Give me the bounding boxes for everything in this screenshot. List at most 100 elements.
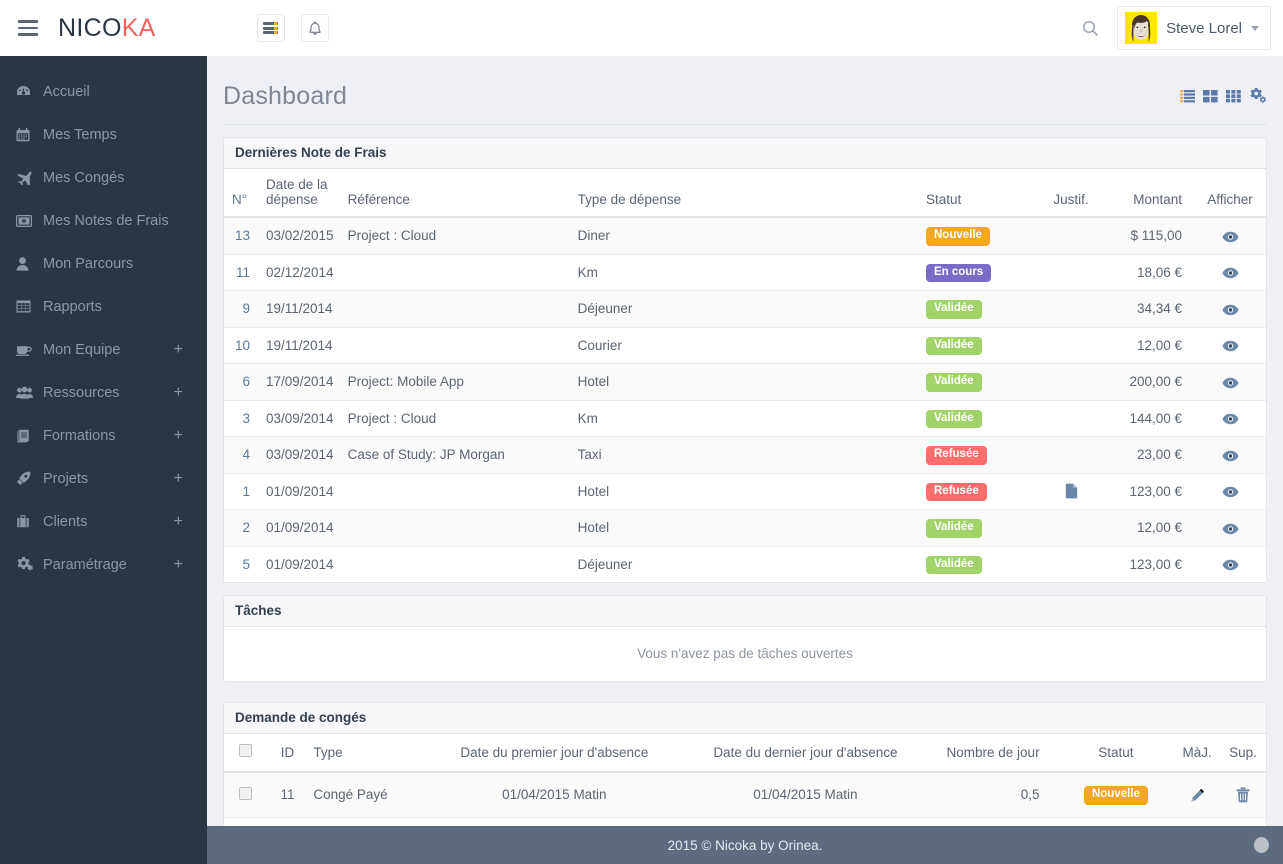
book-icon — [16, 429, 40, 443]
cell-sup[interactable] — [1220, 816, 1266, 826]
sidebar-item-accueil[interactable]: Accueil — [0, 70, 207, 113]
table-row[interactable]: 12Congé Payé01/04/2015 Après-midi01/04/2… — [224, 816, 1266, 826]
sidebar-item-formations[interactable]: Formations + — [0, 414, 207, 457]
delete-trash-icon[interactable] — [1236, 787, 1250, 803]
table-row[interactable]: 2 01/09/2014 Hotel Validée 12,00 € — [224, 509, 1266, 546]
expand-icon[interactable]: + — [174, 384, 183, 401]
table-row[interactable]: 4 03/09/2014 Case of Study: JP Morgan Taxi R… — [224, 436, 1266, 473]
cell-num[interactable]: 3 — [224, 399, 258, 437]
app-logo[interactable]: NICOKA — [58, 14, 156, 43]
grid-3x3-view-icon[interactable] — [1226, 89, 1241, 103]
table-row[interactable]: 10 19/11/2014 Courier Validée 12,00 € — [224, 326, 1266, 364]
cell-afficher[interactable] — [1194, 290, 1266, 327]
row-checkbox[interactable] — [239, 786, 253, 800]
panel-title: Tâches — [224, 596, 1266, 627]
table-row[interactable]: 1 01/09/2014 Hotel Refusée 123,00 € — [224, 472, 1266, 510]
eye-icon[interactable] — [1222, 340, 1239, 352]
col-justif: Justif. — [1040, 169, 1102, 218]
cell-select[interactable] — [224, 816, 268, 826]
settings-gears-icon[interactable] — [1249, 88, 1266, 103]
sidebar-item-projets[interactable]: Projets + — [0, 457, 207, 500]
table-row[interactable]: 11 Congé Payé 01/04/2015 Matin 01/04/2015 M… — [224, 772, 1266, 817]
cell-date: 17/09/2014 — [258, 363, 340, 400]
col-date: Date de la dépense — [258, 169, 340, 218]
cell-num[interactable]: 11 — [224, 253, 258, 291]
cell-num[interactable]: 1 — [224, 472, 258, 510]
cell-afficher[interactable] — [1194, 545, 1266, 582]
expand-icon[interactable]: + — [174, 341, 183, 358]
col-num: N° — [224, 169, 258, 218]
cell-num[interactable]: 9 — [224, 290, 258, 327]
header-right-area: Steve Lorel — [1073, 6, 1283, 50]
cell-num[interactable]: 13 — [224, 217, 258, 254]
footer-status-dot[interactable] — [1254, 837, 1269, 853]
sidebar-item-ressources[interactable]: Ressources + — [0, 371, 207, 414]
table-row[interactable]: 11 02/12/2014 Km En cours 18,06 € — [224, 253, 1266, 291]
status-badge: Refusée — [926, 482, 987, 501]
eye-icon[interactable] — [1222, 267, 1239, 279]
eye-icon[interactable] — [1222, 486, 1239, 498]
table-row[interactable]: 5 01/09/2014 Déjeuner Validée 123,00 € — [224, 545, 1266, 582]
cell-days: 0,5 — [1020, 787, 1040, 803]
select-all-checkbox[interactable] — [239, 744, 253, 757]
sidebar-item-mes-notes-de-frais[interactable]: Mes Notes de Frais — [0, 199, 207, 242]
expand-icon[interactable]: + — [174, 427, 183, 444]
eye-icon[interactable] — [1222, 413, 1239, 425]
sidebar-item-clients[interactable]: Clients + — [0, 500, 207, 543]
cell-sup[interactable] — [1220, 772, 1266, 817]
hamburger-icon[interactable] — [0, 0, 56, 56]
cell-num[interactable]: 6 — [224, 363, 258, 400]
tasks-button[interactable] — [256, 14, 285, 42]
eye-icon[interactable] — [1222, 304, 1239, 316]
col-first-day: Date du premier jour d'absence — [424, 734, 685, 773]
table-row[interactable]: 13 03/02/2015 Project : Cloud Diner Nouvelle… — [224, 217, 1266, 254]
expand-icon[interactable]: + — [174, 470, 183, 487]
eye-icon[interactable] — [1222, 450, 1239, 462]
cell-num[interactable]: 2 — [224, 509, 258, 546]
cell-maj[interactable] — [1174, 772, 1220, 817]
document-icon[interactable] — [1065, 483, 1078, 499]
eye-icon[interactable] — [1222, 559, 1239, 571]
eye-icon[interactable] — [1222, 523, 1239, 535]
table-header-row: N° Date de la dépense Référence Type de … — [224, 169, 1266, 218]
sidebar-item-mes-conges[interactable]: Mes Congés — [0, 156, 207, 199]
cell-afficher[interactable] — [1194, 509, 1266, 546]
cell-afficher[interactable] — [1194, 399, 1266, 437]
briefcase-icon — [16, 515, 40, 528]
cell-num[interactable]: 5 — [224, 545, 258, 582]
cell-afficher[interactable] — [1194, 472, 1266, 510]
table-icon — [16, 300, 40, 313]
expand-icon[interactable]: + — [174, 513, 183, 530]
expand-icon[interactable]: + — [174, 556, 183, 573]
table-row[interactable]: 3 03/09/2014 Project : Cloud Km Validée 144,0… — [224, 399, 1266, 437]
sidebar-item-mon-parcours[interactable]: Mon Parcours — [0, 242, 207, 285]
sidebar-item-parametrage[interactable]: Paramétrage + — [0, 543, 207, 586]
col-select-all[interactable] — [224, 734, 268, 773]
cell-num[interactable]: 4 — [224, 436, 258, 473]
edit-pencil-icon[interactable] — [1190, 788, 1205, 803]
eye-icon[interactable] — [1222, 231, 1239, 243]
sidebar-item-mes-temps[interactable]: Mes Temps — [0, 113, 207, 156]
sidebar-item-rapports[interactable]: Rapports — [0, 285, 207, 328]
list-view-icon[interactable] — [1180, 89, 1195, 103]
table-row[interactable]: 6 17/09/2014 Project: Mobile App Hotel Valid… — [224, 363, 1266, 400]
cell-select[interactable] — [224, 772, 268, 817]
cell-statut: Validée — [920, 363, 1040, 400]
table-row[interactable]: 9 19/11/2014 Déjeuner Validée 34,34 € — [224, 290, 1266, 327]
cell-afficher[interactable] — [1194, 436, 1266, 473]
cell-afficher[interactable] — [1194, 217, 1266, 254]
cell-afficher[interactable] — [1194, 326, 1266, 364]
cell-num[interactable]: 10 — [224, 326, 258, 364]
eye-icon[interactable] — [1222, 377, 1239, 389]
cell-afficher[interactable] — [1194, 363, 1266, 400]
dashboard-icon — [16, 85, 40, 98]
cell-maj[interactable] — [1174, 816, 1221, 826]
sidebar-item-mon-equipe[interactable]: Mon Equipe + — [0, 328, 207, 371]
user-menu-button[interactable]: Steve Lorel — [1117, 6, 1271, 50]
cell-montant: 12,00 € — [1102, 509, 1194, 546]
search-icon[interactable] — [1073, 11, 1107, 45]
grid-2x2-view-icon[interactable] — [1203, 89, 1218, 103]
cell-date: 03/02/2015 — [266, 228, 334, 244]
notifications-button[interactable] — [300, 14, 329, 42]
cell-afficher[interactable] — [1194, 253, 1266, 291]
